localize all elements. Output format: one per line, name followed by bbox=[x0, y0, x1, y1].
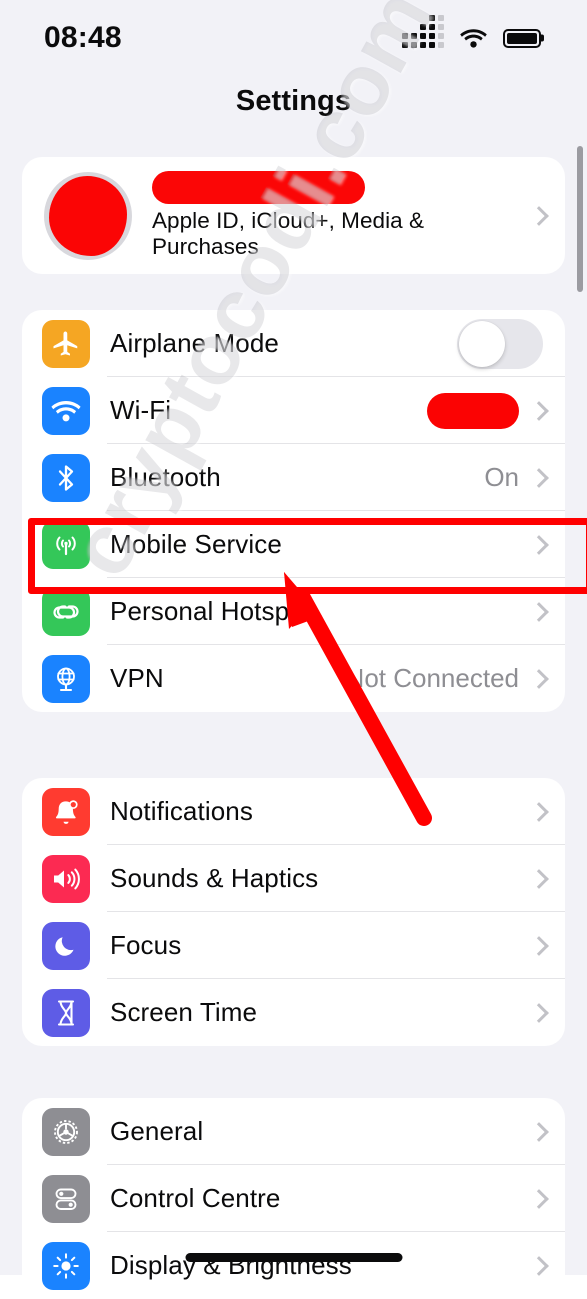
display-brightness-icon bbox=[42, 1241, 90, 1290]
chevron-right-icon bbox=[532, 206, 543, 226]
settings-row-label: VPN bbox=[110, 663, 164, 693]
settings-group-system: General Control Centre Display & Brightn… bbox=[22, 1098, 565, 1299]
settings-row-general[interactable]: General bbox=[22, 1098, 565, 1165]
chevron-right-icon bbox=[532, 1189, 543, 1209]
settings-row-focus[interactable]: Focus bbox=[22, 912, 565, 979]
settings-row-vpn[interactable]: VPN Not Connected bbox=[22, 645, 565, 712]
sounds-speaker-icon bbox=[42, 854, 90, 903]
avatar bbox=[44, 171, 132, 260]
chevron-right-icon bbox=[532, 468, 543, 488]
chevron-right-icon bbox=[532, 1256, 543, 1276]
settings-row-personal-hotspot[interactable]: Personal Hotspot bbox=[22, 578, 565, 645]
chevron-right-icon bbox=[532, 1003, 543, 1023]
chevron-right-icon bbox=[532, 602, 543, 622]
settings-row-label: Control Centre bbox=[110, 1183, 281, 1213]
settings-row-display-brightness[interactable]: Display & Brightness bbox=[22, 1232, 565, 1299]
screen-time-hourglass-icon bbox=[42, 988, 90, 1037]
settings-row-sounds-haptics[interactable]: Sounds & Haptics bbox=[22, 845, 565, 912]
settings-row-airplane-mode[interactable]: Airplane Mode bbox=[22, 310, 565, 377]
chevron-right-icon bbox=[532, 401, 543, 421]
chevron-right-icon bbox=[532, 535, 543, 555]
notifications-bell-icon bbox=[42, 787, 90, 836]
settings-row-label: General bbox=[110, 1116, 204, 1146]
settings-row-screen-time[interactable]: Screen Time bbox=[22, 979, 565, 1046]
focus-moon-icon bbox=[42, 921, 90, 970]
hotspot-link-icon bbox=[42, 587, 90, 636]
control-centre-toggles-icon bbox=[42, 1174, 90, 1223]
vertical-scrollbar[interactable] bbox=[577, 146, 583, 292]
wifi-icon bbox=[42, 386, 90, 435]
chevron-right-icon bbox=[532, 936, 543, 956]
settings-row-label: Screen Time bbox=[110, 997, 258, 1027]
wifi-value-redaction bbox=[427, 392, 519, 429]
settings-row-label: Sounds & Haptics bbox=[110, 863, 319, 893]
general-gear-icon bbox=[42, 1107, 90, 1156]
airplane-icon bbox=[42, 319, 90, 368]
settings-row-label: Notifications bbox=[110, 796, 253, 826]
vpn-globe-icon bbox=[42, 654, 90, 703]
airplane-mode-toggle[interactable] bbox=[457, 318, 543, 369]
settings-row-notifications[interactable]: Notifications bbox=[22, 778, 565, 845]
home-indicator bbox=[185, 1253, 402, 1262]
chevron-right-icon bbox=[532, 802, 543, 822]
settings-row-wifi[interactable]: Wi-Fi bbox=[22, 377, 565, 444]
settings-row-control-centre[interactable]: Control Centre bbox=[22, 1165, 565, 1232]
settings-row-label: Focus bbox=[110, 930, 182, 960]
bluetooth-status-value: On bbox=[484, 462, 519, 492]
chevron-right-icon bbox=[532, 869, 543, 889]
vpn-status-value: Not Connected bbox=[345, 663, 519, 693]
settings-group-alerts: Notifications Sounds & Haptics Focus Scr… bbox=[22, 778, 565, 1046]
chevron-right-icon bbox=[532, 669, 543, 689]
settings-row-label: Personal Hotspot bbox=[110, 596, 312, 626]
chevron-right-icon bbox=[532, 1122, 543, 1142]
